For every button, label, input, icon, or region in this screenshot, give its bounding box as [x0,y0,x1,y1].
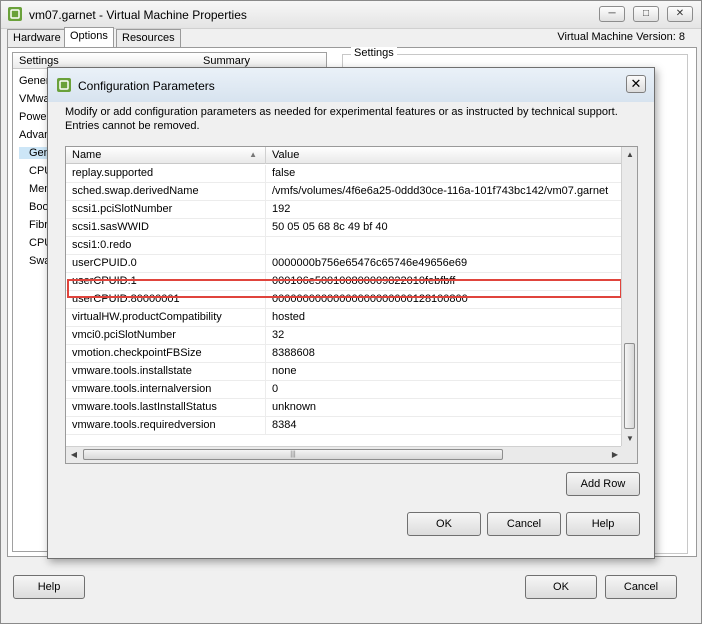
param-name-cell[interactable]: vmware.tools.requiredversion [66,417,266,435]
add-row-button[interactable]: Add Row [566,472,640,496]
table-row[interactable]: scsi1.sasWWID 50 05 05 68 8c 49 bf 40 [66,219,623,237]
vsphere-logo-icon [57,78,71,92]
param-value-cell[interactable]: 000106e500100800009822010febfbff [266,273,623,291]
param-value-cell[interactable]: 192 [266,201,623,219]
param-name-cell[interactable]: vmci0.pciSlotNumber [66,327,266,345]
ok-button[interactable]: OK [525,575,597,599]
param-value-cell[interactable]: hosted [266,309,623,327]
settings-item[interactable]: Gener [19,75,50,87]
minimize-button[interactable]: ─ [599,6,625,22]
table-row[interactable]: vmware.tools.installstate none [66,363,623,381]
table-row[interactable]: userCPUID.0 0000000b756e65476c65746e49656… [66,255,623,273]
param-value-cell[interactable]: 8384 [266,417,623,435]
settings-item[interactable]: VMwa [19,93,50,105]
dialog-help-button[interactable]: Help [566,512,640,536]
scroll-corner [621,446,637,463]
param-value-cell[interactable]: unknown [266,399,623,417]
vertical-scroll-thumb[interactable] [624,343,635,429]
param-value-cell[interactable]: 0 [266,381,623,399]
horizontal-scroll-thumb[interactable]: ||| [83,449,503,460]
param-value-cell[interactable]: 00000000000000000000000128100800 [266,291,623,309]
table-row[interactable]: userCPUID.1 000106e500100800009822010febf… [66,273,623,291]
table-row[interactable]: userCPUID.80000001 0000000000000000000000… [66,291,623,309]
col-summary-header[interactable]: Summary [203,55,250,67]
table-row[interactable]: sched.swap.derivedName/vmfs/volumes/4f6e… [66,183,623,201]
param-value-cell[interactable]: 8388608 [266,345,623,363]
dialog-cancel-button[interactable]: Cancel [487,512,561,536]
help-button[interactable]: Help [13,575,85,599]
param-value-cell[interactable]: 0000000b756e65476c65746e49656e69 [266,255,623,273]
tab-options[interactable]: Options [64,27,114,47]
param-name-cell[interactable]: userCPUID.80000001 [66,291,266,309]
dialog-title: Configuration Parameters [78,79,215,93]
table-row[interactable]: vmware.tools.lastInstallStatus unknown [66,399,623,417]
window-title: vm07.garnet - Virtual Machine Properties [29,8,247,22]
col-value-header[interactable]: Value [266,147,623,164]
parameters-table: Name ▲ Value replay.supported false sched.… [65,146,638,464]
dialog-ok-button[interactable]: OK [407,512,481,536]
param-name-cell[interactable]: userCPUID.0 [66,255,266,273]
table-row[interactable]: vmware.tools.requiredversion 8384 [66,417,623,435]
sort-ascending-icon: ▲ [249,150,257,159]
param-value-cell[interactable]: false [266,165,623,183]
param-value-cell[interactable]: /vmfs/volumes/4f6e6a25-0ddd30ce-116a-101… [266,183,623,201]
settings-item[interactable]: Advan [19,129,50,141]
vm-version-label: Virtual Machine Version: 8 [557,31,685,43]
vsphere-logo-icon [8,7,22,21]
minimize-icon: ─ [608,8,616,19]
param-name-cell[interactable]: vmware.tools.internalversion [66,381,266,399]
param-name-cell[interactable]: userCPUID.1 [66,273,266,291]
scroll-up-icon[interactable]: ▲ [622,147,637,163]
settings-item[interactable]: Power [19,111,50,123]
horizontal-scrollbar[interactable]: ◀ ||| ▶ [66,446,623,463]
param-value-cell[interactable]: 50 05 05 68 8c 49 bf 40 [266,219,623,237]
dialog-titlebar[interactable]: Configuration Parameters ✕ [48,68,654,102]
param-name-cell[interactable]: scsi1.sasWWID [66,219,266,237]
settings-group-title: Settings [351,47,397,59]
param-name-cell[interactable]: vmware.tools.lastInstallStatus [66,399,266,417]
tab-hardware[interactable]: Hardware [7,29,67,47]
vertical-scrollbar[interactable]: ▲ ▼ [621,147,637,447]
maximize-button[interactable]: □ [633,6,659,22]
param-name-cell[interactable]: vmware.tools.installstate [66,363,266,381]
tab-resources[interactable]: Resources [116,29,181,47]
param-value-cell[interactable]: none [266,363,623,381]
table-row[interactable]: scsi1.pciSlotNumber 192 [66,201,623,219]
param-name-cell[interactable]: replay.supported [66,165,266,183]
table-body: replay.supported false sched.swap.derivedN… [66,165,623,435]
dialog-close-button[interactable]: ✕ [626,75,646,93]
close-icon: ✕ [630,76,642,91]
close-icon: ✕ [675,8,685,19]
scroll-down-icon[interactable]: ▼ [622,431,637,447]
table-row[interactable]: vmci0.pciSlotNumber 32 [66,327,623,345]
table-row[interactable]: virtualHW.productCompatibility hosted [66,309,623,327]
close-button[interactable]: ✕ [667,6,693,22]
col-settings-header[interactable]: Settings [19,55,59,67]
scroll-left-icon[interactable]: ◀ [66,447,82,463]
col-name-header[interactable]: Name ▲ [66,147,266,164]
col-name-label: Name [72,149,102,161]
cancel-button[interactable]: Cancel [605,575,677,599]
settings-item[interactable]: Fibr [29,219,48,231]
settings-item-selected[interactable]: Gen [19,147,50,159]
maximize-icon: □ [642,8,650,19]
param-value-cell[interactable]: 32 [266,327,623,345]
param-name-cell[interactable]: scsi1.pciSlotNumber [66,201,266,219]
dialog-description: Modify or add configuration parameters a… [65,106,618,132]
settings-item[interactable]: Boo [29,201,49,213]
configuration-parameters-dialog: Configuration Parameters ✕ Modify or add… [47,67,655,559]
table-row[interactable]: scsi1:0.redo [66,237,623,255]
window-titlebar[interactable]: vm07.garnet - Virtual Machine Properties… [1,1,701,29]
param-name-cell[interactable]: scsi1:0.redo [66,237,266,255]
param-name-cell[interactable]: sched.swap.derivedName [66,183,266,201]
param-value-cell[interactable] [266,237,623,255]
table-row[interactable]: vmotion.checkpointFBSize 8388608 [66,345,623,363]
table-row[interactable]: vmware.tools.internalversion 0 [66,381,623,399]
table-header: Name ▲ Value [66,147,623,164]
table-row[interactable]: replay.supported false [66,165,623,183]
param-name-cell[interactable]: vmotion.checkpointFBSize [66,345,266,363]
param-name-cell[interactable]: virtualHW.productCompatibility [66,309,266,327]
